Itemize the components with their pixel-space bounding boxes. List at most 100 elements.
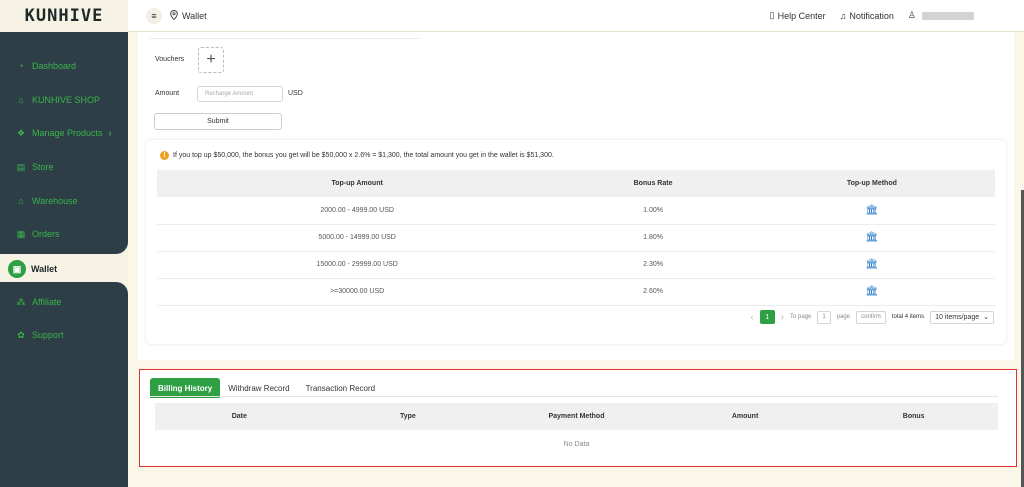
topup-amount-cell: 5000.00 - 14999.00 USD <box>157 224 558 252</box>
bank-icon[interactable]: 🏛 <box>866 259 879 270</box>
column-header: Bonus <box>902 413 925 420</box>
notification-label: Notification <box>849 10 894 21</box>
sidebar-item-label: Store <box>32 162 54 172</box>
topup-method-cell: 🏛 <box>748 251 995 279</box>
notification-link[interactable]: ♫ Notification <box>840 11 894 21</box>
bank-icon[interactable]: 🏛 <box>866 232 879 243</box>
billing-tabs: Billing History Withdraw Record Transact… <box>150 376 383 398</box>
hamburger-icon: ≡ <box>151 10 157 21</box>
topup-method-cell: 🏛 <box>748 278 995 306</box>
sidebar-item-label: Support <box>32 330 64 340</box>
tab-withdraw-record[interactable]: Withdraw Record <box>220 378 297 398</box>
to-page-label: To page <box>790 314 812 320</box>
sidebar-item-warehouse[interactable]: ⌂ Warehouse <box>16 194 78 208</box>
topup-amount-cell: >=30000.00 USD <box>157 278 558 306</box>
total-items-label: total 4 items <box>891 314 925 320</box>
bonus-info-text: If you top up $50,000, the bonus you get… <box>173 152 554 159</box>
pagination: ‹ 1 › To page 1 page confirm total 4 ite… <box>750 310 994 324</box>
confirm-page-button[interactable]: confirm <box>856 310 886 324</box>
products-icon: ❖ <box>16 127 26 138</box>
location-pin-icon <box>170 9 178 22</box>
next-page-button[interactable]: › <box>781 312 784 323</box>
logo-text: KUNHIVE <box>24 6 104 26</box>
currency-label: USD <box>288 90 303 97</box>
help-center-link[interactable]: ▯ Help Center <box>770 10 826 21</box>
bonus-info-line: ! If you top up $50,000, the bonus you g… <box>160 151 554 160</box>
submit-button[interactable]: Submit <box>154 113 282 130</box>
user-icon: ♙ <box>907 10 916 20</box>
sidebar-item-label: Warehouse <box>32 196 78 206</box>
store-icon: ▤ <box>16 161 26 172</box>
sidebar-item-label: Orders <box>32 229 60 239</box>
divider <box>150 38 420 39</box>
bell-icon: ♫ <box>839 10 847 21</box>
sidebar-item-label: Manage Products <box>32 128 103 138</box>
page-number-input[interactable]: 1 <box>817 310 831 324</box>
header-actions: ▯ Help Center ♫ Notification ♙ <box>770 10 974 21</box>
warning-icon: ! <box>160 151 169 160</box>
empty-state-text: No Data <box>563 441 590 448</box>
wallet-icon: ▣ <box>8 260 26 278</box>
table-row: 5000.00 - 14999.00 USD 1.80% 🏛 <box>157 224 995 252</box>
document-icon: ▯ <box>769 10 775 20</box>
topup-method-cell: 🏛 <box>748 197 995 225</box>
column-header: Top-up Amount <box>157 170 558 197</box>
user-name-redacted <box>922 11 974 20</box>
page-1-button[interactable]: 1 <box>759 310 775 324</box>
shop-bag-icon: ⌂ <box>18 95 24 105</box>
column-header: Date <box>231 413 247 420</box>
warehouse-icon: ⌂ <box>18 196 24 206</box>
sidebar-item-label: Wallet <box>31 264 58 274</box>
user-menu[interactable]: ♙ <box>908 10 974 21</box>
sidebar-item-wallet[interactable]: ▣ Wallet <box>8 258 128 280</box>
logo[interactable]: KUNHIVE <box>0 0 128 32</box>
bank-icon[interactable]: 🏛 <box>866 286 879 297</box>
column-header: Payment Method <box>548 413 605 420</box>
sidebar-item-store[interactable]: ▤ Store <box>16 160 54 174</box>
bonus-rate-table: Top-up Amount Bonus Rate Top-up Method 2… <box>157 170 995 306</box>
tab-billing-history[interactable]: Billing History <box>150 378 221 398</box>
bonus-rate-cell: 2.60% <box>557 278 749 306</box>
menu-toggle-button[interactable]: ≡ <box>146 7 162 24</box>
sidebar-item-label: KUNHIVE SHOP <box>32 95 101 105</box>
billing-table-header: Date Type Payment Method Amount Bonus <box>155 403 998 430</box>
sidebar-item-affiliate[interactable]: ⁂ Affiliate <box>16 295 62 309</box>
sidebar-item-label: Dashboard <box>32 61 77 71</box>
chevron-right-icon: › <box>108 128 112 138</box>
topup-amount-cell: 15000.00 - 29999.00 USD <box>157 251 558 279</box>
breadcrumb: Wallet <box>170 9 207 22</box>
support-icon: ✿ <box>17 329 25 340</box>
topup-amount-cell: 2000.00 - 4999.00 USD <box>157 197 558 225</box>
orders-icon: ▦ <box>16 228 26 239</box>
bonus-rate-cell: 2.30% <box>557 251 749 279</box>
help-center-label: Help Center <box>777 10 826 21</box>
recharge-amount-input[interactable]: Recharge Amount <box>197 86 283 102</box>
vouchers-label: Vouchers <box>155 56 185 63</box>
table-row: 15000.00 - 29999.00 USD 2.30% 🏛 <box>157 251 995 279</box>
page-size-select[interactable]: 10 items/page ⌄ <box>930 310 994 324</box>
sidebar-item-kunhive-shop[interactable]: ⌂ KUNHIVE SHOP <box>16 93 100 107</box>
page-label: page <box>836 314 851 320</box>
table-header-row: Top-up Amount Bonus Rate Top-up Method <box>157 170 995 197</box>
sidebar-item-support[interactable]: ✿ Support <box>16 328 64 342</box>
tab-transaction-record[interactable]: Transaction Record <box>298 378 384 398</box>
affiliate-icon: ⁂ <box>16 296 26 307</box>
topup-method-cell: 🏛 <box>748 224 995 252</box>
breadcrumb-current: Wallet <box>182 10 207 21</box>
sidebar-item-orders[interactable]: ▦ Orders <box>16 227 60 241</box>
column-header: Type <box>399 413 416 420</box>
column-header: Top-up Method <box>748 170 995 197</box>
prev-page-button[interactable]: ‹ <box>750 312 753 323</box>
sidebar-item-dashboard[interactable]: ◔ Dashboard <box>16 59 76 73</box>
page-size-value: 10 items/page <box>935 313 980 321</box>
sidebar-nav-bottom <box>0 282 128 487</box>
bonus-rate-cell: 1.00% <box>557 197 749 225</box>
top-header: ≡ Wallet ▯ Help Center ♫ Notification ♙ <box>128 0 1024 32</box>
tabs-divider <box>150 396 998 397</box>
bank-icon[interactable]: 🏛 <box>866 205 879 216</box>
add-voucher-button[interactable]: + <box>198 47 224 73</box>
sidebar-item-manage-products[interactable]: ❖ Manage Products › <box>16 126 112 140</box>
column-header: Bonus Rate <box>557 170 749 197</box>
column-header: Amount <box>731 413 759 420</box>
amount-label: Amount <box>155 90 180 97</box>
